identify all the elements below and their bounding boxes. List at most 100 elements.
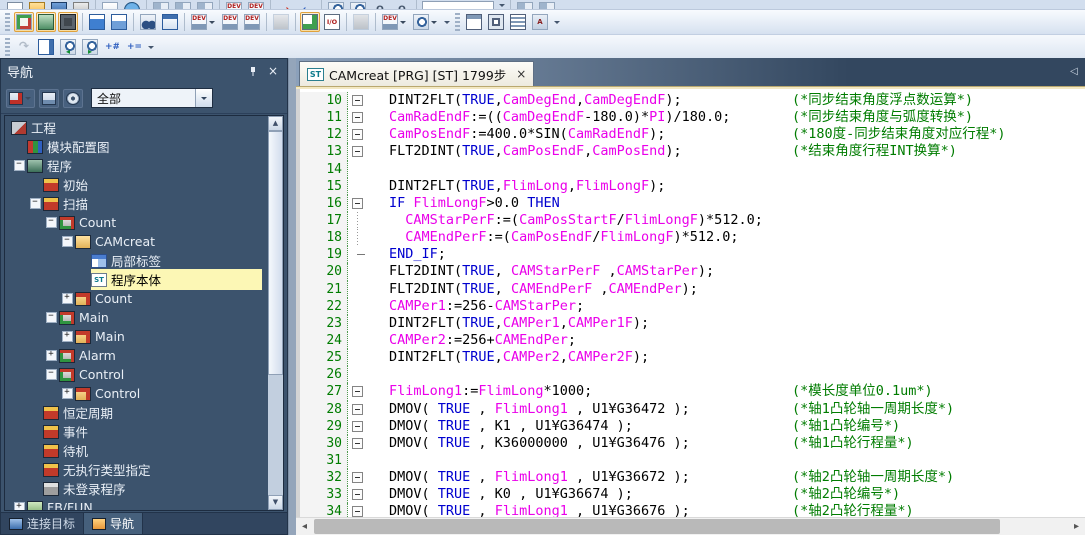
insert-statement-button[interactable]: += — [124, 37, 144, 57]
code-line-29[interactable]: 29DMOV( TRUE , K1 , U1¥G36474 );(*轴1凸轮编号… — [300, 418, 1085, 435]
tree-item--[interactable]: −扫描 — [5, 194, 267, 213]
device-display-button[interactable]: DEV — [380, 12, 409, 32]
open-project-button[interactable] — [27, 0, 47, 10]
code-line-11[interactable]: 11CamRadEndF:=((CamDegEndF-180.0)*PI)/18… — [300, 109, 1085, 126]
tree-item--[interactable]: 工程 — [5, 118, 267, 137]
ladder-block-button[interactable] — [195, 0, 215, 10]
tree-item--[interactable]: 无执行类型指定 — [5, 460, 267, 479]
ladder-block-button[interactable] — [173, 0, 193, 10]
code-line-10[interactable]: 10DINT2FLT(TRUE,CamDegEnd,CamDegEndF);(*… — [300, 92, 1085, 109]
tree-item--[interactable]: 待机 — [5, 441, 267, 460]
st-code-editor[interactable]: 10DINT2FLT(TRUE,CamDegEnd,CamDegEndF);(*… — [296, 89, 1085, 518]
tree-item--[interactable]: 事件 — [5, 422, 267, 441]
tree-item--[interactable]: −程序 — [5, 156, 267, 175]
simulator-button[interactable] — [58, 12, 78, 32]
ladder-block-button[interactable] — [151, 0, 171, 10]
code-line-19[interactable]: 19END_IF; — [300, 246, 1085, 263]
collapse-expander-icon[interactable]: − — [46, 369, 57, 380]
tree-item--[interactable]: 局部标签 — [5, 251, 267, 270]
scrollbar-thumb[interactable] — [268, 131, 283, 375]
collapse-expander-icon[interactable]: − — [46, 312, 57, 323]
tree-item-alarm[interactable]: +Alarm — [5, 346, 267, 365]
filter-combo[interactable]: 全部 — [91, 88, 213, 108]
tree-item-count[interactable]: −Count — [5, 213, 267, 232]
fold-box-icon[interactable] — [352, 112, 363, 123]
fold-box-icon[interactable] — [352, 404, 363, 415]
help-button[interactable] — [122, 0, 142, 10]
collapse-expander-icon[interactable]: − — [62, 236, 73, 247]
fold-box-icon[interactable] — [352, 506, 363, 517]
code-line-28[interactable]: 28DMOV( TRUE , FlimLong1 , U1¥G36472 );(… — [300, 401, 1085, 418]
read-from-plc-button[interactable]: ← — [297, 0, 317, 10]
tab-scroll-left-icon[interactable]: ◁ — [1067, 64, 1081, 80]
display-setting-button[interactable] — [6, 89, 35, 108]
fold-box-icon[interactable] — [352, 472, 363, 483]
document-tab[interactable]: ST CAMcreat [PRG] [ST] 1799步 × — [299, 61, 534, 86]
code-line-25[interactable]: 25DINT2FLT(TRUE,CAMPer2,CAMPer2F); — [300, 349, 1085, 366]
toolbar-grip[interactable] — [5, 13, 10, 31]
paste-button[interactable] — [100, 0, 120, 10]
fold-box-icon[interactable] — [352, 489, 363, 500]
stamp-button[interactable] — [271, 12, 291, 32]
tree-item--[interactable]: 未登录程序 — [5, 479, 267, 498]
fold-box-icon[interactable] — [352, 198, 363, 209]
tree-item--[interactable]: 恒定周期 — [5, 403, 267, 422]
pin-icon[interactable] — [245, 63, 261, 79]
device-find-button[interactable]: DEV — [189, 12, 218, 32]
tree-item-camcreat[interactable]: −CAMcreat — [5, 232, 267, 251]
find-next-button[interactable]: ▸ — [80, 37, 100, 57]
tree-item-control[interactable]: −Control — [5, 365, 267, 384]
zoom-in-button[interactable]: Q — [370, 0, 390, 10]
close-icon[interactable]: × — [265, 63, 281, 79]
code-line-34[interactable]: 34DMOV( TRUE , FlimLong1 , U1¥G36676 );(… — [300, 503, 1085, 518]
expand-expander-icon[interactable]: + — [62, 293, 73, 304]
option-button[interactable] — [63, 89, 83, 108]
tree-item--[interactable]: ST程序本体 — [5, 270, 267, 289]
code-line-12[interactable]: 12CamPosEndF:=400.0*SIN(CamRadEndF);(*18… — [300, 126, 1085, 143]
code-line-23[interactable]: 23DINT2FLT(TRUE,CAMPer1,CAMPer1F); — [300, 315, 1085, 332]
find-button[interactable] — [138, 12, 158, 32]
fold-box-icon[interactable] — [352, 438, 363, 449]
window-button[interactable] — [537, 0, 557, 10]
monitor-mode-button[interactable] — [36, 12, 56, 32]
code-line-15[interactable]: 15DINT2FLT(TRUE,FlimLong,FlimLongF); — [300, 178, 1085, 195]
code-line-20[interactable]: 20FLT2DINT(TRUE, CAMStarPerF ,CAMStarPer… — [300, 263, 1085, 280]
tree-item-main[interactable]: +Main — [5, 327, 267, 346]
program-check-button[interactable] — [36, 37, 56, 57]
code-line-30[interactable]: 30DMOV( TRUE , K36000000 , U1¥G36476 );(… — [300, 435, 1085, 452]
window-button[interactable] — [515, 0, 535, 10]
code-line-33[interactable]: 33DMOV( TRUE , K0 , U1¥G36674 );(*轴2凸轮编号… — [300, 486, 1085, 503]
fold-box-icon[interactable] — [352, 146, 363, 157]
code-line-17[interactable]: 17 CAMStarPerF:=(CamPosStartF/FlimLongF)… — [300, 212, 1085, 229]
collapse-expander-icon[interactable]: − — [14, 160, 25, 171]
fold-box-icon[interactable] — [352, 95, 363, 106]
filter-combo-dropdown[interactable] — [195, 89, 212, 107]
fold-box-icon[interactable] — [352, 129, 363, 140]
code-line-14[interactable]: 14 — [300, 161, 1085, 178]
device-button[interactable]: DEV — [224, 0, 244, 10]
editor-horizontal-scrollbar[interactable]: ◂ ▸ — [296, 517, 1085, 535]
tree-item--[interactable]: 模块配置图 — [5, 137, 267, 156]
zoom-out-button[interactable]: Q — [392, 0, 412, 10]
new-project-button[interactable] — [5, 0, 25, 10]
scroll-right-icon[interactable]: ▸ — [1068, 518, 1085, 535]
code-line-13[interactable]: 13FLT2DINT(TRUE,CamPosEndF,CamPosEnd);(*… — [300, 143, 1085, 160]
print-button[interactable] — [71, 0, 91, 10]
find-in-window-button[interactable] — [160, 12, 180, 32]
device-batch-monitor-button[interactable]: DEV — [220, 12, 240, 32]
zoom-level-combo[interactable] — [422, 1, 494, 11]
tree-item-control[interactable]: +Control — [5, 384, 267, 403]
code-line-32[interactable]: 32DMOV( TRUE , FlimLong1 , U1¥G36672 );(… — [300, 469, 1085, 486]
toolbar-overflow-caret[interactable] — [145, 38, 156, 56]
device-button[interactable]: DEV — [246, 0, 266, 10]
toolbar-overflow-caret[interactable] — [496, 0, 507, 10]
list-button[interactable] — [508, 12, 528, 32]
tree-item-fb-fun[interactable]: +FB/FUN — [5, 498, 267, 511]
code-line-24[interactable]: 24CAMPer2:=256+CAMEndPer; — [300, 332, 1085, 349]
object-frame-button[interactable] — [486, 12, 506, 32]
scroll-down-icon[interactable]: ▼ — [268, 495, 283, 510]
toolbar-grip[interactable] — [5, 38, 10, 56]
code-line-27[interactable]: 27FlimLong1:=FlimLong*1000;(*模长度单位0.1um*… — [300, 383, 1085, 400]
toolbar-overflow-caret[interactable] — [551, 13, 562, 31]
fold-box-icon[interactable] — [352, 421, 363, 432]
